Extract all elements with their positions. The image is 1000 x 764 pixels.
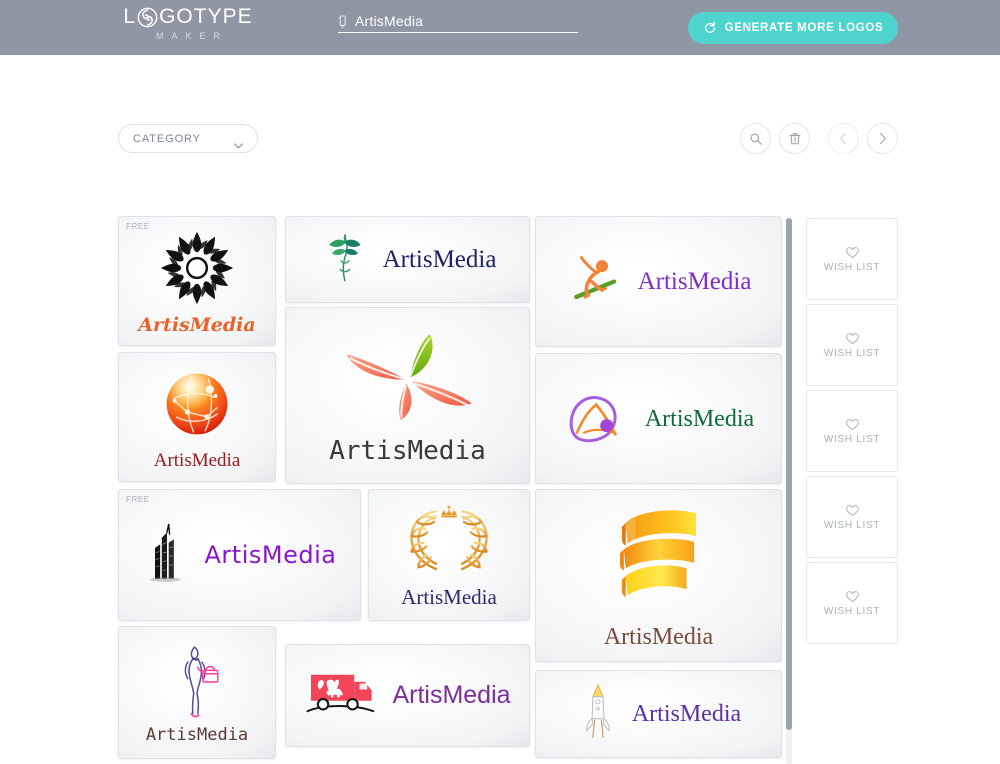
chevron-left-icon bbox=[838, 132, 849, 145]
mountain-hill-icon bbox=[563, 387, 633, 450]
logo-wordmark: ArtisMedia bbox=[603, 624, 714, 650]
wishlist-label: WISH LIST bbox=[823, 261, 881, 273]
logo-card[interactable]: ArtisMedia bbox=[285, 216, 530, 303]
free-badge: FREE bbox=[126, 222, 150, 231]
delete-button[interactable] bbox=[779, 123, 810, 154]
trash-icon bbox=[788, 131, 802, 146]
refresh-icon bbox=[703, 21, 717, 35]
brand-title-rest: GOTYPE bbox=[159, 5, 253, 28]
logo-wordmark: ArtisMedia bbox=[204, 541, 337, 569]
generate-button-label: GENERATE MORE LOGOS bbox=[724, 22, 884, 34]
logo-wordmark: ArtisMedia bbox=[138, 314, 256, 336]
brand-title: L GOTYPE bbox=[108, 6, 268, 28]
heart-outline-icon bbox=[845, 246, 860, 259]
wishlist-label: WISH LIST bbox=[823, 519, 881, 531]
chevron-down-icon bbox=[234, 136, 243, 149]
logo-wordmark: ArtisMedia bbox=[153, 450, 241, 471]
search-button[interactable] bbox=[740, 123, 771, 154]
company-name-field[interactable] bbox=[338, 14, 578, 33]
heart-outline-icon bbox=[845, 332, 860, 345]
rocket-icon bbox=[576, 681, 620, 748]
logo-wordmark: ArtisMedia bbox=[329, 436, 486, 466]
company-name-input[interactable] bbox=[355, 14, 555, 29]
logo-card[interactable]: ArtisMedia bbox=[118, 626, 276, 759]
wishlist-label: WISH LIST bbox=[823, 605, 881, 617]
category-dropdown-label: CATEGORY bbox=[133, 132, 201, 145]
logo-card[interactable]: ArtisMedia bbox=[368, 489, 530, 621]
leaf-figure-icon bbox=[319, 229, 371, 290]
app-header: L GOTYPE MAKER ArtisMedia GENERATE MORE … bbox=[0, 0, 1000, 55]
logo-wordmark: ArtisMedia bbox=[401, 585, 497, 609]
free-badge: FREE bbox=[126, 495, 150, 504]
logo-wordmark: ArtisMedia bbox=[145, 724, 249, 745]
wishlist-slot[interactable]: WISH LIST bbox=[806, 562, 898, 644]
search-icon bbox=[749, 132, 763, 146]
logo-wordmark: ArtisMedia bbox=[631, 701, 742, 727]
fashion-lady-icon bbox=[168, 642, 226, 727]
laurel-crown-icon bbox=[401, 502, 497, 585]
heart-outline-icon bbox=[845, 590, 860, 603]
wishlist-label: WISH LIST bbox=[823, 433, 881, 445]
logo-wordmark: ArtisMedia bbox=[644, 405, 755, 432]
logo-card[interactable]: ArtisMedia bbox=[285, 644, 530, 747]
category-dropdown[interactable]: CATEGORY bbox=[118, 124, 258, 153]
chevron-right-icon bbox=[877, 132, 888, 145]
logo-card[interactable]: ArtisMedia bbox=[535, 489, 782, 662]
logo-wordmark: ArtisMedia bbox=[637, 268, 752, 295]
wishlist-slot[interactable]: WISH LIST bbox=[806, 304, 898, 386]
wishlist-slot[interactable]: WISH LIST bbox=[806, 390, 898, 472]
previous-page-button[interactable] bbox=[828, 123, 859, 154]
logo-card[interactable]: ArtisMedia bbox=[285, 307, 530, 484]
brand-letter-l: L bbox=[123, 5, 137, 28]
toolbar: CATEGORY bbox=[0, 55, 1000, 154]
skyscraper-icon bbox=[143, 522, 191, 589]
logo-card[interactable]: FREE ArtisMedia bbox=[118, 216, 276, 346]
swirl-icon bbox=[137, 7, 158, 28]
ribbon-e-icon bbox=[597, 502, 721, 621]
brand-subtitle: MAKER bbox=[155, 31, 228, 41]
globe-sphere-icon bbox=[157, 364, 237, 449]
logo-wordmark: ArtisMedia bbox=[392, 681, 511, 709]
sun-mandala-icon bbox=[156, 227, 238, 314]
generate-more-logos-button[interactable]: GENERATE MORE LOGOS bbox=[688, 12, 898, 44]
wishlist-label: WISH LIST bbox=[823, 347, 881, 359]
next-page-button[interactable] bbox=[867, 123, 898, 154]
edit-pencil-icon bbox=[338, 15, 349, 29]
logo-card[interactable]: FREE ArtisMedia bbox=[118, 489, 361, 621]
butterfly-petal-icon bbox=[335, 327, 481, 432]
heart-outline-icon bbox=[845, 504, 860, 517]
wishlist-slot[interactable]: WISH LIST bbox=[806, 218, 898, 300]
logo-wordmark: ArtisMedia bbox=[382, 246, 497, 273]
snowboarder-icon bbox=[566, 252, 626, 311]
heart-outline-icon bbox=[845, 418, 860, 431]
logo-card[interactable]: ArtisMedia bbox=[535, 216, 782, 347]
logo-card[interactable]: ArtisMedia bbox=[118, 352, 276, 482]
logo-card[interactable]: ArtisMedia bbox=[535, 353, 782, 484]
wishlist-slot[interactable]: WISH LIST bbox=[806, 476, 898, 558]
results-scrollbar-thumb[interactable] bbox=[786, 218, 792, 730]
logo-card[interactable]: ArtisMedia bbox=[535, 670, 782, 758]
brand-logo: L GOTYPE MAKER bbox=[108, 6, 268, 42]
pet-truck-icon bbox=[304, 666, 382, 725]
